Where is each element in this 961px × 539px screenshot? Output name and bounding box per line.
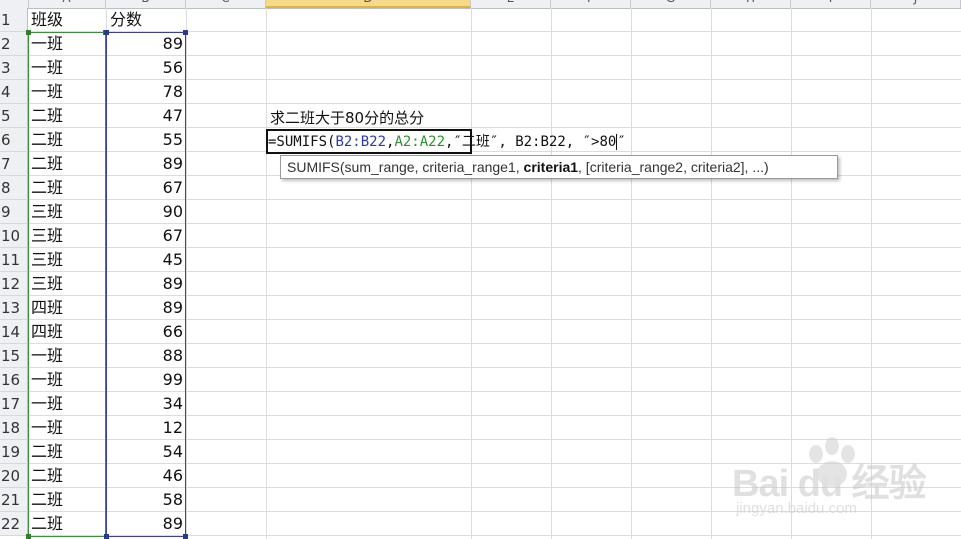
- formula-close-quote: ″: [617, 134, 626, 150]
- row-header[interactable]: 5: [0, 104, 28, 128]
- column-header-c[interactable]: C: [186, 0, 266, 8]
- formula-edit[interactable]: =SUMIFS(B2:B22,A2:A22,″二班″, B2:B22, ″>80…: [268, 130, 626, 154]
- grid-line: [266, 8, 267, 539]
- row-header[interactable]: 10: [0, 224, 28, 248]
- formula-criteria: ,″二班″,: [445, 134, 516, 150]
- row-header[interactable]: 12: [0, 272, 28, 296]
- grid-line: [711, 8, 712, 539]
- row-header[interactable]: 7: [0, 152, 28, 176]
- row-header[interactable]: 9: [0, 200, 28, 224]
- row-header[interactable]: 19: [0, 440, 28, 464]
- tooltip-text-post: , [criteria_range2, criteria2], ...): [578, 159, 769, 175]
- range-highlight-b2-b22: [106, 32, 186, 537]
- range-handle[interactable]: [104, 534, 109, 539]
- cell-a1-header[interactable]: 班级: [31, 8, 105, 32]
- row-header[interactable]: 2: [0, 32, 28, 56]
- watermark-url: jingyan.baidu.com: [736, 500, 857, 517]
- grid-line: [551, 8, 552, 539]
- cell-d5-label[interactable]: 求二班大于80分的总分: [270, 106, 424, 130]
- row-header[interactable]: 8: [0, 176, 28, 200]
- row-header[interactable]: 21: [0, 488, 28, 512]
- column-header-i[interactable]: I: [791, 0, 871, 8]
- tooltip-current-arg[interactable]: criteria1: [524, 159, 578, 175]
- column-header-h[interactable]: H: [711, 0, 791, 8]
- formula-prefix: =SUMIFS(: [268, 134, 336, 150]
- range-handle[interactable]: [183, 534, 188, 539]
- row-header[interactable]: 4: [0, 80, 28, 104]
- column-header-a[interactable]: A: [28, 0, 106, 8]
- range-handle[interactable]: [26, 534, 31, 539]
- column-header-g[interactable]: G: [631, 0, 711, 8]
- watermark-logo-text: Bai du 经验: [732, 463, 927, 505]
- grid-line: [631, 8, 632, 539]
- formula-criteria2: , ″>80: [565, 134, 617, 150]
- formula-range-b2-b22: B2:B22: [335, 134, 387, 150]
- row-header[interactable]: 3: [0, 56, 28, 80]
- grid-line: [186, 8, 187, 539]
- row-header[interactable]: 18: [0, 416, 28, 440]
- row-header[interactable]: 22: [0, 512, 28, 536]
- row-header[interactable]: 16: [0, 368, 28, 392]
- formula-range-a2-a22: A2:A22: [394, 134, 446, 150]
- column-header-b[interactable]: B: [106, 0, 186, 8]
- row-header[interactable]: 20: [0, 464, 28, 488]
- baidu-watermark: Bai du 经验 jingyan.baidu.com: [732, 437, 961, 538]
- range-highlight-a2-a22: [28, 32, 106, 537]
- column-header-j[interactable]: J: [871, 0, 961, 8]
- row-header[interactable]: 1: [0, 8, 28, 32]
- column-header-d[interactable]: D: [266, 0, 471, 8]
- select-all-corner[interactable]: [0, 0, 29, 8]
- column-header-f[interactable]: F: [551, 0, 631, 8]
- function-tooltip[interactable]: SUMIFS(sum_range, criteria_range1, crite…: [280, 155, 838, 179]
- range-handle[interactable]: [183, 30, 188, 35]
- row-header[interactable]: 15: [0, 344, 28, 368]
- range-handle[interactable]: [104, 30, 109, 35]
- range-handle[interactable]: [26, 30, 31, 35]
- tooltip-text-pre: SUMIFS(sum_range, criteria_range1,: [287, 159, 524, 175]
- cell-b1-header[interactable]: 分数: [110, 8, 186, 32]
- row-header[interactable]: 17: [0, 392, 28, 416]
- row-header[interactable]: 14: [0, 320, 28, 344]
- column-header-e[interactable]: E: [471, 0, 551, 8]
- spreadsheet: A B C D E F G H I J 1班级分数2一班893一班564一班78…: [0, 0, 961, 539]
- formula-range-b2-b22-second: B2:B22: [515, 134, 566, 150]
- row-header[interactable]: 13: [0, 296, 28, 320]
- row-header[interactable]: 11: [0, 248, 28, 272]
- row-header[interactable]: 6: [0, 128, 28, 152]
- grid-line: [471, 8, 472, 539]
